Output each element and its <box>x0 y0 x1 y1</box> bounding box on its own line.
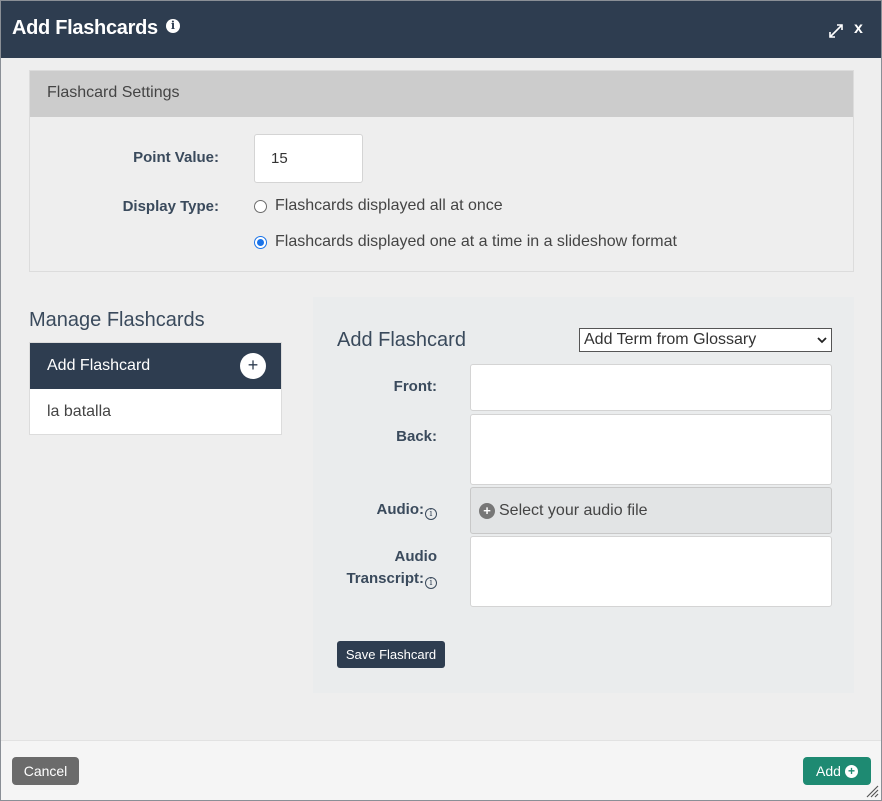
display-option-all[interactable]: Flashcards displayed all at once <box>254 197 503 215</box>
add-button[interactable]: Add + <box>803 757 871 785</box>
display-option-slideshow[interactable]: Flashcards displayed one at a time in a … <box>254 233 677 251</box>
glossary-select-value: Add Term from Glossary <box>584 331 757 348</box>
chevron-down-icon <box>817 337 827 344</box>
manage-flashcards-list: Add Flashcard + la batalla <box>29 342 282 435</box>
back-input[interactable] <box>470 414 832 485</box>
back-label: Back: <box>396 428 437 445</box>
editor-title: Add Flashcard <box>337 329 466 351</box>
display-type-label: Display Type: <box>122 198 219 215</box>
front-label: Front: <box>393 378 437 395</box>
dialog-footer: Cancel Add + <box>1 740 881 800</box>
audio-transcript-label: Audio Transcript: i <box>346 548 437 589</box>
audio-label: Audio: i <box>353 501 437 520</box>
close-icon[interactable]: x <box>854 20 863 38</box>
dialog-titlebar: Add Flashcards i x <box>1 1 881 58</box>
point-value-input[interactable] <box>254 134 363 183</box>
save-flashcard-button[interactable]: Save Flashcard <box>337 641 445 668</box>
expand-icon[interactable] <box>827 22 845 40</box>
add-button-label: Add <box>816 763 841 779</box>
point-value-label: Point Value: <box>133 149 219 166</box>
plus-circle-icon: + <box>844 764 858 778</box>
cancel-button[interactable]: Cancel <box>12 757 79 785</box>
resize-handle-icon[interactable] <box>865 784 879 798</box>
dialog-title: Add Flashcards <box>12 17 158 39</box>
display-option-slideshow-label: Flashcards displayed one at a time in a … <box>275 233 677 250</box>
plus-icon: + <box>479 502 495 519</box>
add-flashcards-dialog: Add Flashcards i x Flashcard Settings Po… <box>0 0 882 801</box>
audio-transcript-input[interactable] <box>470 536 832 607</box>
list-item[interactable]: la batalla <box>30 389 281 435</box>
glossary-select[interactable]: Add Term from Glossary <box>579 328 832 352</box>
audio-placeholder: Select your audio file <box>499 501 648 519</box>
plus-icon[interactable]: + <box>240 353 266 379</box>
flashcard-editor: Add Flashcard Add Term from Glossary Fro… <box>313 297 854 693</box>
radio-all-at-once[interactable] <box>254 199 267 213</box>
manage-flashcards-title: Manage Flashcards <box>29 309 205 331</box>
flashcard-settings-panel: Flashcard Settings Point Value: Display … <box>29 70 854 272</box>
add-flashcard-header-label: Add Flashcard <box>47 357 151 374</box>
front-input[interactable] <box>470 364 832 411</box>
info-icon[interactable]: i <box>425 577 437 589</box>
add-flashcard-header[interactable]: Add Flashcard + <box>30 343 281 389</box>
display-option-all-label: Flashcards displayed all at once <box>275 197 503 214</box>
audio-file-select[interactable]: + Select your audio file <box>470 487 832 534</box>
info-icon[interactable]: i <box>425 508 437 520</box>
info-icon[interactable]: i <box>166 19 180 33</box>
radio-slideshow[interactable] <box>254 235 267 249</box>
settings-header: Flashcard Settings <box>30 71 853 117</box>
